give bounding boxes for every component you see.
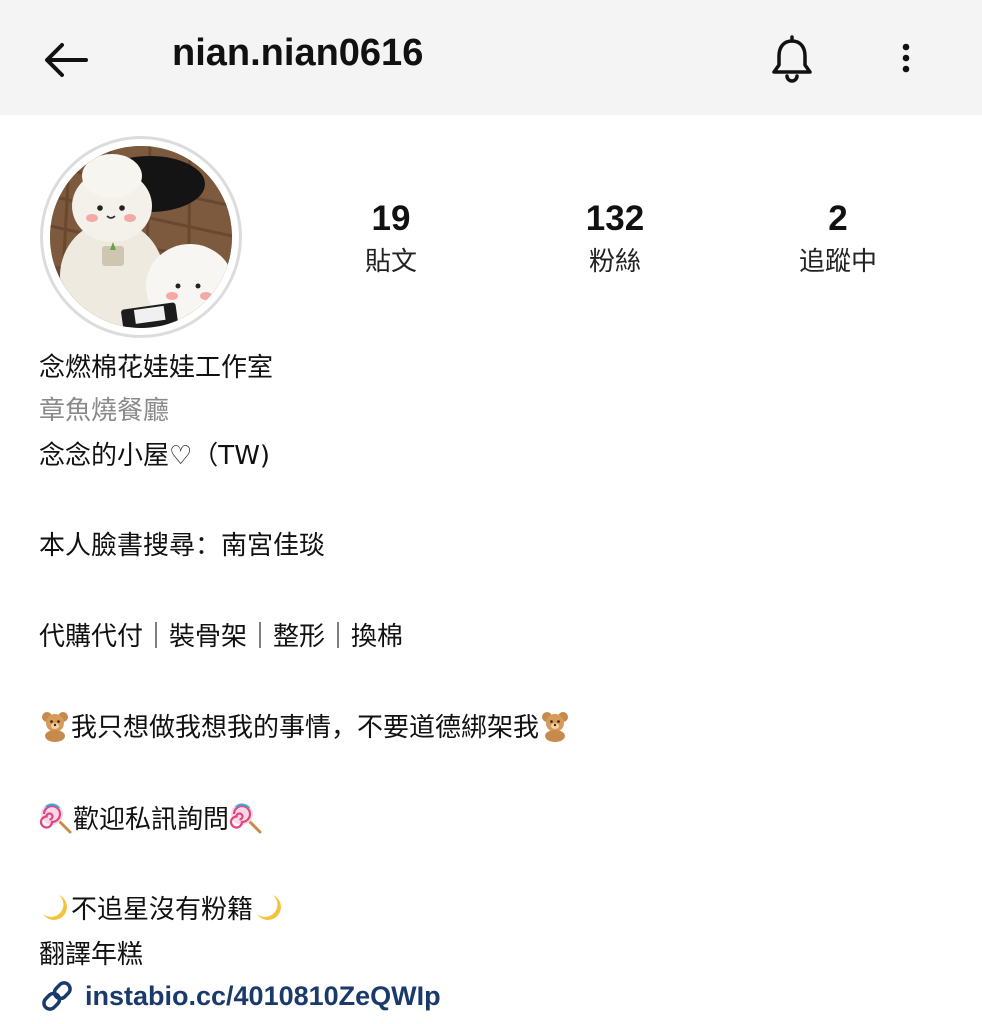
posts-label: 貼文	[364, 247, 417, 277]
stat-followers[interactable]: 132 粉絲	[515, 196, 715, 282]
followers-label: 粉絲	[588, 247, 641, 277]
back-button[interactable]	[36, 30, 96, 90]
lollipop-icon	[229, 802, 262, 833]
followers-count: 132	[585, 199, 645, 238]
crescent-moon-icon	[43, 894, 67, 920]
bio-line-text: 不追星沒有粉籍	[71, 895, 254, 925]
bio-line-text: 歡迎私訊詢問	[73, 805, 230, 835]
bio-line: 本人臉書搜尋：南宮佳琰	[39, 531, 326, 561]
posts-count: 19	[371, 199, 411, 238]
more-vertical-icon	[902, 43, 910, 73]
bio-line-moon: 不追星沒有粉籍	[39, 890, 939, 930]
top-app-bar: nian.nian0616	[0, 0, 982, 115]
notifications-button[interactable]	[762, 32, 822, 88]
teddy-bear-icon	[542, 711, 569, 742]
bio-line-lollipop: 歡迎私訊詢問	[39, 800, 939, 840]
crescent-moon-icon	[257, 894, 281, 920]
profile-display-name: 念燃棉花娃娃工作室	[39, 353, 274, 383]
profile-category: 章魚燒餐廳	[39, 396, 170, 426]
bio-line: 念念的小屋♡（TW)	[39, 441, 271, 471]
stat-following[interactable]: 2 追蹤中	[738, 196, 938, 282]
profile-link[interactable]: instabio.cc/4010810ZeQWIp	[39, 976, 441, 1016]
profile-link-text: instabio.cc/4010810ZeQWIp	[85, 981, 441, 1011]
bio-line-bear: 我只想做我想我的事情，不要道德綁架我	[39, 708, 939, 748]
arrow-left-icon	[45, 43, 88, 77]
bio-line: 代購代付｜裝骨架｜整形｜換棉	[39, 622, 404, 652]
plush-doll-photo	[50, 146, 232, 328]
bio-line-text: 我只想做我想我的事情，不要道德綁架我	[71, 713, 540, 743]
more-options-button[interactable]	[882, 34, 930, 82]
bell-icon	[772, 35, 812, 83]
bio-line: 翻譯年糕	[39, 940, 144, 970]
teddy-bear-icon	[42, 711, 68, 742]
profile-avatar[interactable]	[40, 136, 242, 338]
lollipop-icon	[39, 802, 72, 833]
stat-posts[interactable]: 19 貼文	[291, 196, 491, 282]
following-count: 2	[828, 199, 848, 238]
following-label: 追蹤中	[798, 247, 877, 277]
link-icon	[42, 981, 72, 1011]
profile-username: nian.nian0616	[172, 32, 424, 74]
